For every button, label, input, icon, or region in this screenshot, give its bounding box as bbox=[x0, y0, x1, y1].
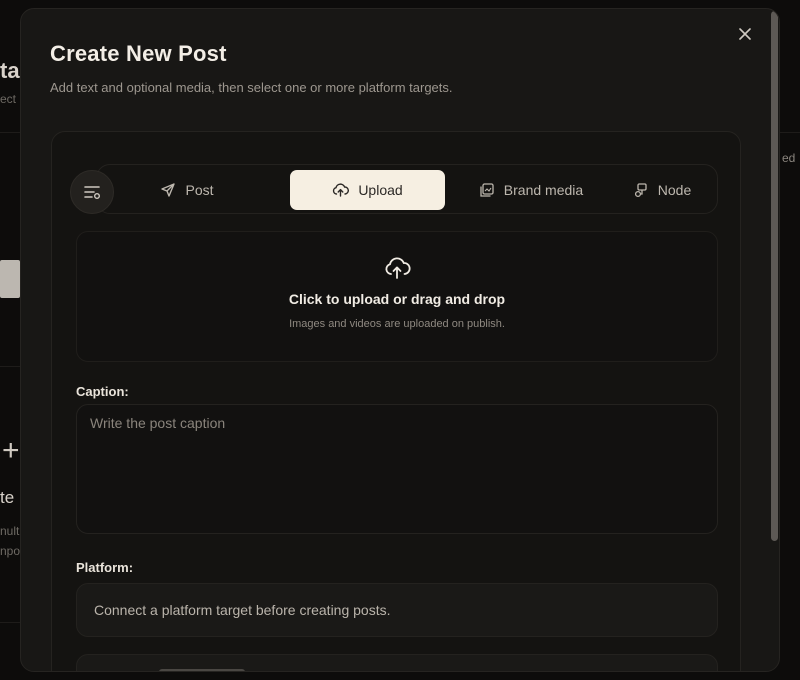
platform-empty-message: Connect a platform target before creatin… bbox=[94, 602, 391, 618]
background-divider bbox=[780, 132, 800, 133]
upload-dropzone[interactable]: Click to upload or drag and drop Images … bbox=[76, 231, 718, 362]
background-divider bbox=[0, 132, 20, 133]
cloud-upload-icon bbox=[333, 183, 350, 197]
background-right-fragment: ed bbox=[782, 151, 796, 165]
caption-label: Caption: bbox=[76, 384, 129, 399]
tab-brand-media-label: Brand media bbox=[503, 182, 584, 198]
tab-post-label: Post bbox=[185, 182, 214, 198]
background-card-title-fragment: te bbox=[0, 488, 15, 507]
close-button[interactable] bbox=[736, 25, 754, 43]
tab-upload[interactable]: Upload bbox=[290, 170, 445, 210]
dropzone-subtitle: Images and videos are uploaded on publis… bbox=[289, 318, 505, 330]
platform-label: Platform: bbox=[76, 560, 134, 575]
tab-node-label: Node bbox=[657, 182, 692, 198]
create-post-modal: Create New Post Add text and optional me… bbox=[20, 8, 780, 672]
plus-icon[interactable]: + bbox=[2, 436, 20, 466]
post-form-card: Post Upload Brand media Node Click to up… bbox=[51, 131, 741, 671]
cloud-upload-icon bbox=[385, 257, 411, 279]
caption-input[interactable] bbox=[76, 404, 718, 534]
background-divider bbox=[0, 366, 20, 367]
gallery-icon bbox=[480, 183, 494, 197]
background-card-subtext-fragment: nult bbox=[0, 524, 20, 538]
send-icon bbox=[161, 183, 176, 197]
modal-subtitle: Add text and optional media, then select… bbox=[50, 80, 453, 95]
tab-brand-media[interactable]: Brand media bbox=[461, 170, 601, 210]
background-button[interactable] bbox=[0, 260, 20, 298]
background-subtext-fragment: ect bbox=[0, 92, 17, 106]
close-icon bbox=[739, 28, 751, 40]
background-card-subtext-fragment: npo bbox=[0, 544, 21, 558]
platform-empty-state: Connect a platform target before creatin… bbox=[76, 583, 718, 637]
platform-target-section bbox=[76, 654, 718, 671]
tab-node[interactable]: Node bbox=[617, 170, 707, 210]
media-source-tabs: Post Upload Brand media Node bbox=[96, 164, 718, 214]
background-heading-fragment: ta bbox=[0, 58, 20, 83]
dropzone-title: Click to upload or drag and drop bbox=[288, 291, 506, 307]
modal-title: Create New Post bbox=[50, 41, 227, 66]
options-toggle-button[interactable] bbox=[70, 170, 114, 214]
tab-upload-label: Upload bbox=[358, 182, 403, 198]
placeholder-pill bbox=[159, 669, 245, 671]
background-divider bbox=[0, 622, 20, 623]
scrollbar-thumb[interactable] bbox=[771, 11, 778, 541]
tab-post[interactable]: Post bbox=[117, 170, 257, 210]
node-icon bbox=[634, 183, 647, 198]
filter-list-icon bbox=[84, 186, 100, 199]
